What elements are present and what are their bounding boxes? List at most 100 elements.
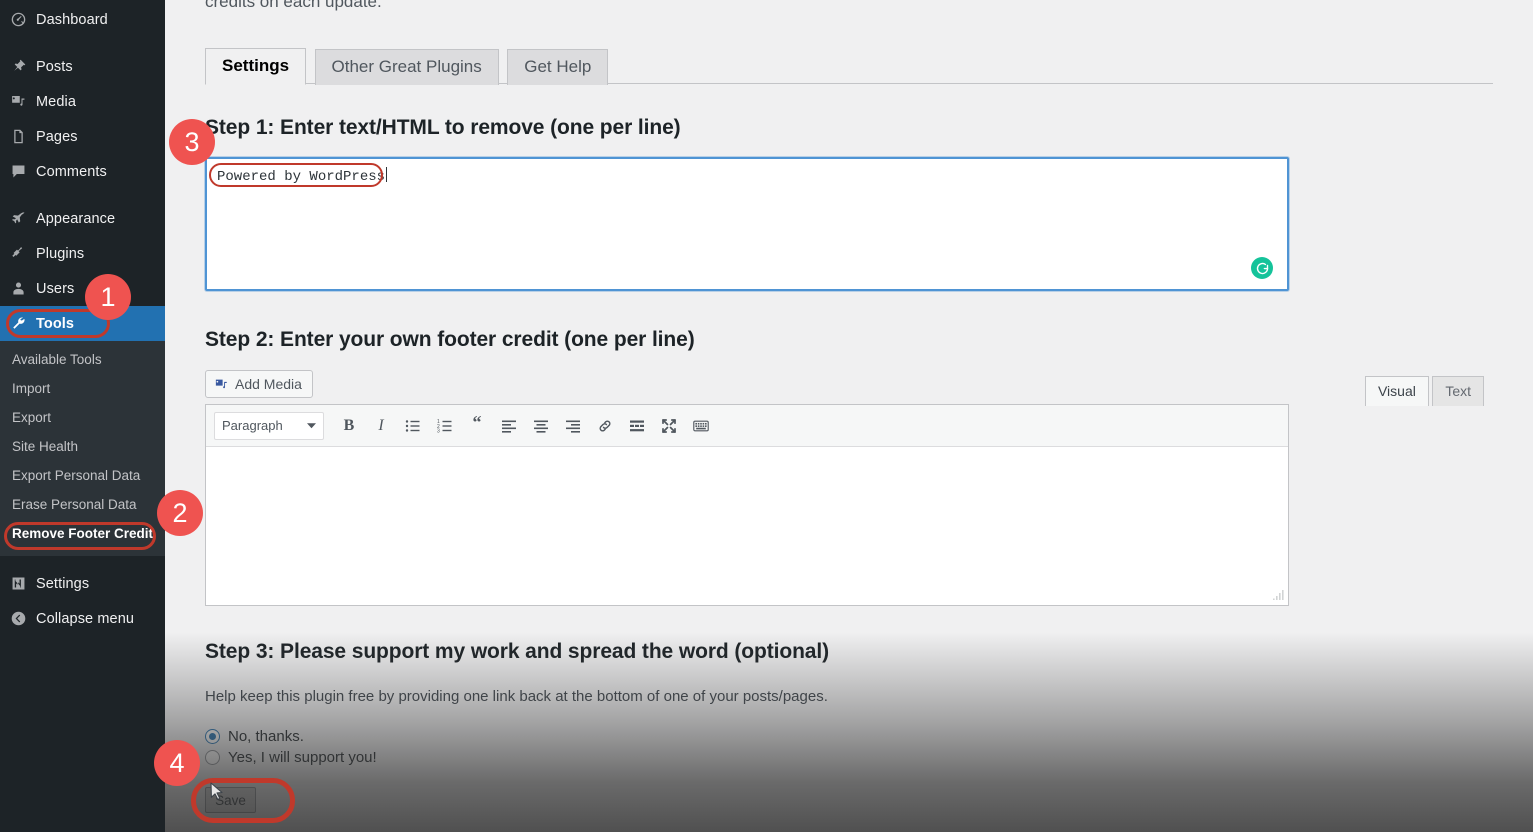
tab-label: Get Help [524, 57, 592, 76]
tab-text[interactable]: Text [1432, 376, 1484, 406]
fullscreen-icon[interactable] [654, 411, 684, 441]
blockquote-icon[interactable]: “ [462, 411, 492, 441]
step-marker-2: 2 [157, 490, 203, 536]
sidebar-item-posts[interactable]: Posts [0, 49, 165, 84]
tools-submenu: Available Tools Import Export Site Healt… [0, 341, 165, 556]
submenu-item-erase-personal-data[interactable]: Erase Personal Data [0, 490, 165, 519]
media-icon [214, 377, 229, 392]
sidebar-item-comments[interactable]: Comments [0, 154, 165, 189]
submenu-item-label: Site Health [12, 439, 79, 454]
comments-icon [10, 163, 36, 180]
bold-icon[interactable]: B [334, 411, 364, 441]
submenu-item-label: Import [12, 381, 51, 396]
submenu-item-label: Export [12, 410, 52, 425]
pages-icon [10, 128, 36, 145]
align-right-icon[interactable] [558, 411, 588, 441]
sidebar-item-label: Users [36, 280, 75, 297]
submenu-item-remove-footer-credit[interactable]: Remove Footer Credit [0, 519, 165, 548]
step3-title: Step 3: Please support my work and sprea… [205, 640, 830, 663]
radio-option-yes-support[interactable]: Yes, I will support you! [205, 749, 377, 766]
sidebar-item-label: Dashboard [36, 11, 108, 28]
plugins-icon [10, 245, 36, 262]
radio-button[interactable] [205, 750, 220, 765]
blockquote-glyph: “ [472, 412, 482, 432]
sidebar-item-users[interactable]: Users [0, 271, 165, 306]
svg-text:3: 3 [437, 428, 440, 434]
settings-icon [10, 575, 36, 592]
submenu-item-export-personal-data[interactable]: Export Personal Data [0, 461, 165, 490]
dashboard-icon [10, 11, 36, 28]
mouse-cursor-icon [210, 782, 224, 802]
radio-label: No, thanks. [228, 728, 304, 745]
step1-textarea-value: Powered by WordPress [217, 169, 386, 185]
marker-number: 2 [172, 497, 188, 528]
grammarly-icon[interactable] [1251, 257, 1273, 279]
format-select-value: Paragraph [222, 418, 283, 433]
users-icon [10, 280, 36, 297]
tab-label: Other Great Plugins [331, 57, 482, 76]
editor-resize-handle[interactable] [1271, 588, 1285, 602]
intro-text: credits on each update. [205, 0, 382, 11]
sidebar-item-label: Posts [36, 58, 73, 75]
step-marker-1: 1 [85, 274, 131, 320]
add-media-label: Add Media [235, 376, 302, 392]
submenu-item-import[interactable]: Import [0, 374, 165, 403]
tab-get-help[interactable]: Get Help [507, 49, 609, 85]
tab-label: Settings [222, 56, 290, 75]
submenu-item-label: Available Tools [12, 352, 102, 367]
italic-icon[interactable]: I [366, 411, 396, 441]
pin-icon [10, 58, 36, 75]
submenu-item-site-health[interactable]: Site Health [0, 432, 165, 461]
sidebar-item-label: Appearance [36, 210, 116, 227]
sidebar-item-label: Media [36, 93, 76, 110]
format-select[interactable]: Paragraph [214, 411, 324, 440]
add-media-button[interactable]: Add Media [205, 370, 313, 398]
read-more-icon[interactable] [622, 411, 652, 441]
submenu-item-export[interactable]: Export [0, 403, 165, 432]
numbered-list-icon[interactable]: 1 2 3 [430, 411, 460, 441]
sidebar-item-plugins[interactable]: Plugins [0, 236, 165, 271]
tab-other-great-plugins[interactable]: Other Great Plugins [314, 49, 499, 85]
sidebar-item-pages[interactable]: Pages [0, 119, 165, 154]
menu-separator [0, 189, 165, 201]
submenu-item-available-tools[interactable]: Available Tools [0, 345, 165, 374]
step2-title: Step 2: Enter your own footer credit (on… [205, 328, 695, 351]
editor-content-area[interactable] [206, 447, 1288, 605]
sidebar-item-appearance[interactable]: Appearance [0, 201, 165, 236]
step-marker-3: 3 [169, 119, 215, 165]
sidebar-item-settings[interactable]: Settings [0, 566, 165, 601]
radio-button[interactable] [205, 729, 220, 744]
sidebar-item-label: Comments [36, 163, 107, 180]
appearance-icon [10, 210, 36, 227]
italic-glyph: I [378, 416, 384, 434]
submenu-item-label: Export Personal Data [12, 468, 141, 483]
editor-mode-tabs: Visual Text [1364, 376, 1484, 406]
tab-visual[interactable]: Visual [1364, 376, 1429, 406]
sidebar-item-label: Collapse menu [36, 610, 135, 627]
marker-number: 1 [100, 281, 116, 312]
sidebar-item-dashboard[interactable]: Dashboard [0, 2, 165, 37]
sidebar-item-collapse-menu[interactable]: Collapse menu [0, 601, 165, 636]
sidebar-item-tools[interactable]: Tools [0, 306, 173, 341]
bold-glyph: B [343, 416, 355, 434]
main-content: credits on each update. Settings Other G… [165, 0, 1533, 832]
text-caret [386, 167, 388, 182]
sidebar-item-media[interactable]: Media [0, 84, 165, 119]
admin-sidebar: Dashboard Posts Media Pages Comments App… [0, 0, 173, 832]
tab-settings[interactable]: Settings [205, 48, 307, 85]
align-center-icon[interactable] [526, 411, 556, 441]
toolbar-toggle-icon[interactable] [686, 411, 716, 441]
sidebar-item-label: Plugins [36, 245, 85, 262]
align-left-icon[interactable] [494, 411, 524, 441]
marker-number: 3 [184, 126, 200, 157]
sidebar-item-label: Tools [36, 315, 75, 332]
chevron-down-icon [307, 421, 316, 430]
visual-editor: Paragraph B I 1 2 3 “ [205, 404, 1289, 606]
menu-separator [0, 37, 165, 49]
link-icon[interactable] [590, 411, 620, 441]
screen: Dashboard Posts Media Pages Comments App… [0, 0, 1533, 832]
bulleted-list-icon[interactable] [398, 411, 428, 441]
tab-label: Visual [1377, 383, 1416, 399]
step1-textarea[interactable]: Powered by WordPress [205, 157, 1289, 291]
radio-option-no-thanks[interactable]: No, thanks. [205, 728, 304, 745]
